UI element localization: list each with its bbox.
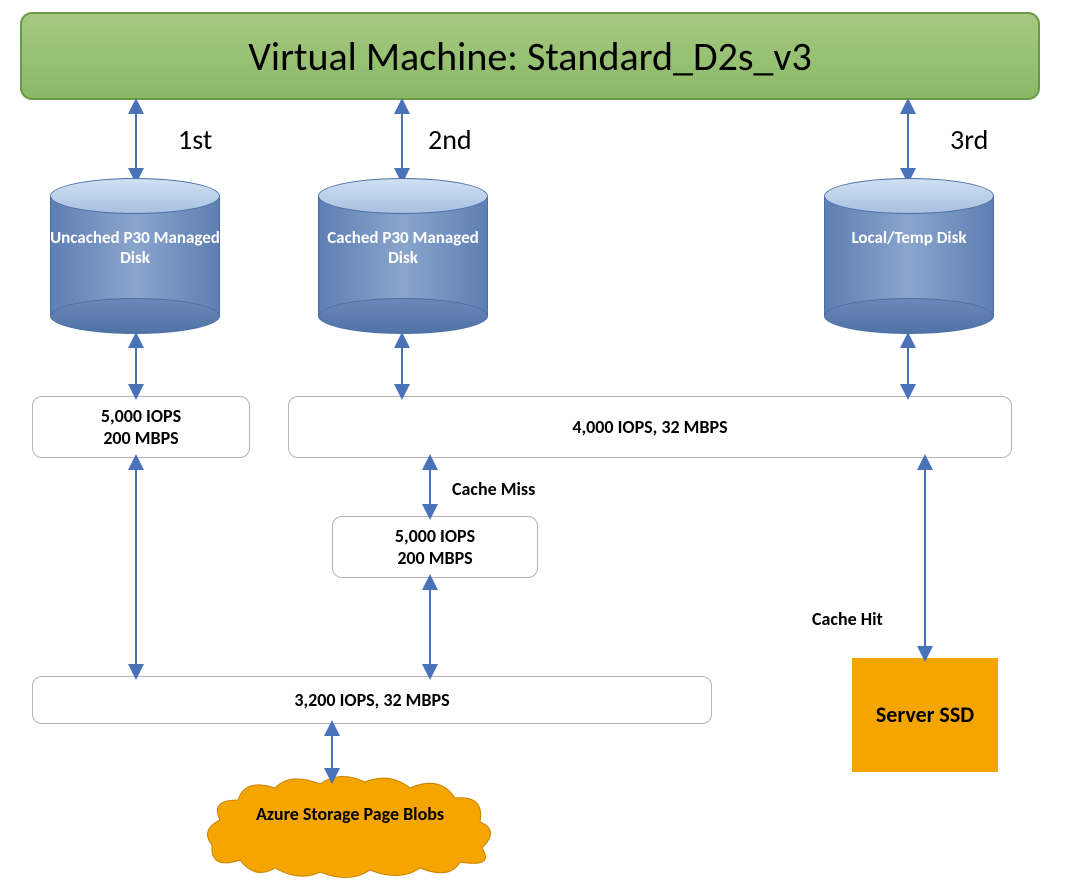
server-ssd-label: Server SSD xyxy=(876,702,974,728)
disk-cached-bottom xyxy=(318,298,488,334)
vm-title-box: Virtual Machine: Standard_D2s_v3 xyxy=(20,12,1040,100)
disk-local-label: Local/Temp Disk xyxy=(824,228,994,248)
azure-blobs-cloud xyxy=(200,770,500,885)
disk-uncached-label: Uncached P30 Managed Disk xyxy=(50,228,220,269)
disk-cached-label: Cached P30 Managed Disk xyxy=(318,228,488,269)
metric-combined-limit: 3,200 IOPS, 32 MBPS xyxy=(32,676,712,724)
disk-local: Local/Temp Disk xyxy=(824,178,994,328)
ordinal-third: 3rd xyxy=(950,122,988,157)
disk-local-bottom xyxy=(824,298,994,334)
disk-local-top xyxy=(824,178,994,214)
cache-hit-label: Cache Hit xyxy=(812,608,883,630)
disk-uncached: Uncached P30 Managed Disk xyxy=(50,178,220,328)
ordinal-second: 2nd xyxy=(428,122,472,157)
azure-blobs-label: Azure Storage Page Blobs xyxy=(220,804,480,826)
disk-uncached-top xyxy=(50,178,220,214)
ordinal-first: 1st xyxy=(178,122,212,157)
metric-cached-limit: 4,000 IOPS, 32 MBPS xyxy=(288,396,1012,458)
disk-uncached-bottom xyxy=(50,298,220,334)
metric-uncached-limit: 5,000 IOPS 200 MBPS xyxy=(32,396,250,458)
metric-cache-miss-limit: 5,000 IOPS 200 MBPS xyxy=(332,516,538,578)
disk-cached: Cached P30 Managed Disk xyxy=(318,178,488,328)
disk-cached-top xyxy=(318,178,488,214)
cache-miss-label: Cache Miss xyxy=(452,478,535,500)
server-ssd-box: Server SSD xyxy=(852,658,998,772)
vm-title-text: Virtual Machine: Standard_D2s_v3 xyxy=(248,32,812,81)
